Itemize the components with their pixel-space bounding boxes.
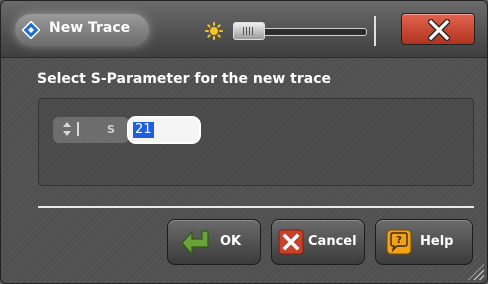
ok-button-label: OK: [220, 234, 242, 249]
cancel-x-icon: [278, 229, 304, 255]
help-button-label: Help: [420, 234, 454, 249]
title-bar[interactable]: New Trace: [1, 1, 487, 58]
spin-arrows-icon[interactable]: [62, 119, 72, 139]
help-button[interactable]: ? Help: [375, 219, 473, 265]
resize-grip[interactable]: [468, 264, 484, 280]
app-logo-icon: [22, 21, 40, 39]
sun-icon: [205, 22, 223, 40]
prompt-label: Select S-Parameter for the new trace: [37, 71, 331, 87]
brightness-slider-handle[interactable]: [233, 22, 265, 40]
s-prefix-label: S: [107, 123, 115, 136]
ok-arrow-icon: [181, 230, 209, 256]
cancel-button[interactable]: Cancel: [271, 219, 365, 265]
s-parameter-value[interactable]: 21: [133, 122, 154, 138]
spin-divider: [77, 122, 79, 136]
svg-text:?: ?: [396, 235, 402, 246]
close-x-icon: [428, 19, 450, 41]
new-trace-dialog: New Trace Select S-Parameter for the new…: [0, 0, 488, 284]
close-button[interactable]: [401, 13, 475, 45]
separator: [38, 206, 474, 208]
brightness-slider-end: [374, 16, 376, 46]
cancel-button-label: Cancel: [308, 234, 357, 249]
help-icon: ?: [386, 229, 412, 255]
ok-button[interactable]: OK: [167, 219, 261, 265]
window-title: New Trace: [49, 20, 131, 36]
s-parameter-input[interactable]: 21: [127, 116, 201, 144]
